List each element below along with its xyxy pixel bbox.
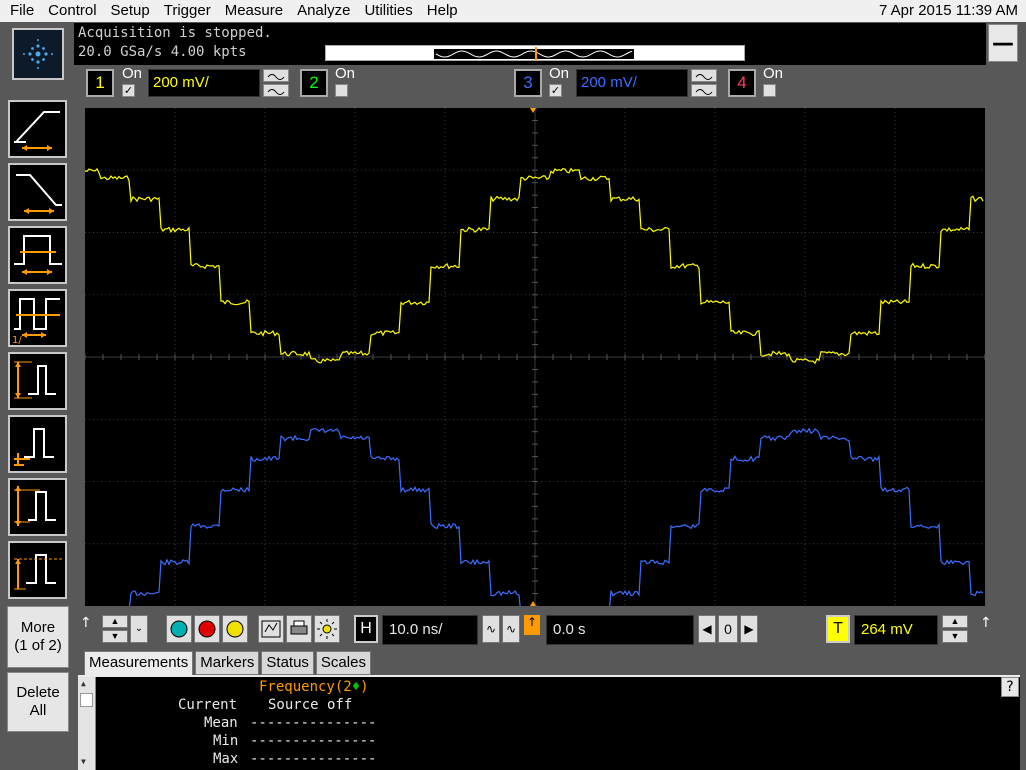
channel-1-coupling-dc[interactable] [263,84,289,97]
menu-analyze[interactable]: Analyze [290,0,357,22]
trigger-up-icon[interactable]: ↑ [980,615,992,631]
measurements-scrollbar[interactable]: ▲ ▼ [78,677,96,770]
channel-3-trace [129,427,984,606]
delay-field[interactable]: 0.0 s [546,615,694,645]
period-icon[interactable]: 1/ [8,289,67,347]
svg-text:1/: 1/ [12,335,22,345]
trigger-level-field[interactable]: 264 mV [854,615,938,645]
menu-help[interactable]: Help [420,0,465,22]
min-value: --------------- [250,733,377,749]
base-level-icon[interactable] [8,415,67,473]
tab-scales[interactable]: Scales [315,651,371,675]
measurement-title[interactable]: Frequency(2♦) [259,679,369,695]
channel-1-scale[interactable]: 200 mV/ [148,69,260,97]
measurements-panel: ▲ ▼ Frequency(2♦) Current Source off Mea… [78,675,1020,770]
channel-4-button[interactable]: 4 [728,69,756,97]
bottom-tabs: Measurements Markers Status Scales [84,651,373,675]
acquisition-state: Acquisition is stopped. [78,25,272,41]
delay-right-button[interactable]: ▶ [740,615,758,643]
falling-edge-trigger-icon[interactable] [8,163,67,221]
clock: 7 Apr 2015 11:39 AM [879,2,1018,19]
channel-1-coupling-ac[interactable] [263,69,289,82]
menu-setup[interactable]: Setup [104,0,157,22]
print-icon[interactable] [286,615,312,643]
amplitude-icon[interactable] [8,352,67,410]
horizontal-controls: ↑ ▲ ▼ ⌄ H 10.0 ns/ ∿ ∿ ↑ 0.0 s ◀ 0 ▶ T 2… [78,613,1018,647]
position-up-icon[interactable]: ↑ [80,615,92,631]
mean-label: Mean [204,715,238,731]
graticule [85,108,985,606]
delete-label: Delete [16,684,60,701]
tab-markers[interactable]: Markers [195,651,260,675]
scroll-down-button[interactable]: ▼ [102,630,128,643]
channel-3-coupling-dc[interactable] [691,84,717,97]
channel-1-button[interactable]: 1 [86,69,114,97]
channel-3-scale[interactable]: 200 mV/ [576,69,688,97]
agilent-logo-icon[interactable] [12,28,64,80]
sample-rate: 20.0 GSa/s 4.00 kpts [78,44,247,60]
top-level-icon[interactable] [8,541,67,599]
run-stop-button[interactable] [194,615,220,643]
menu-bar: File Control Setup Trigger Measure Analy… [0,0,1026,22]
channel-4-checkbox[interactable] [763,84,776,97]
menu-trigger[interactable]: Trigger [157,0,218,22]
menu-file[interactable]: File [0,0,41,22]
waveform-display[interactable]: T 1 3 [84,107,986,607]
channel-1-checkbox[interactable]: ✓ [122,84,135,97]
trigger-level-down-button[interactable]: ▼ [942,630,968,643]
measurement-title-text: Frequency(2 [259,679,352,695]
delay-zero-button[interactable]: 0 [718,615,738,643]
more-label: More [20,619,56,636]
brightness-icon[interactable] [314,615,340,643]
channel-2-color-button[interactable] [166,615,192,643]
mean-value: --------------- [250,715,377,731]
delete-sub-label: All [29,702,47,719]
pulse-width-icon[interactable] [8,226,67,284]
scope-frame: Acquisition is stopped. 20.0 GSa/s 4.00 … [0,22,1026,770]
channel-3-coupling-ac[interactable] [691,69,717,82]
trigger-level-up-button[interactable]: ▲ [942,615,968,628]
menu-measure[interactable]: Measure [218,0,290,22]
current-label: Current [178,697,238,713]
channel-3-on-label: On [549,65,570,82]
more-button[interactable]: More (1 of 2) [7,606,69,668]
single-button[interactable] [222,615,248,643]
scroll-up-button[interactable]: ▲ [102,615,128,628]
max-label: Max [213,751,239,767]
rising-edge-trigger-icon[interactable] [8,100,67,158]
channel-3-checkbox[interactable]: ✓ [549,84,562,97]
tab-status[interactable]: Status [261,651,314,675]
timebase-field[interactable]: 10.0 ns/ [382,615,478,645]
channel-2-checkbox[interactable] [335,84,348,97]
max-value: --------------- [250,751,377,767]
channel-2-on-label: On [335,65,356,82]
expand-icon[interactable]: ⌄ [130,615,148,643]
horizontal-button[interactable]: H [354,615,378,643]
autoscale-icon[interactable] [258,615,284,643]
memory-bar[interactable] [325,45,745,61]
channel-1-on-label: On [122,65,143,82]
measurement-title-suffix: ) [360,679,369,695]
timebase-decrease-button[interactable]: ∿ [482,615,500,643]
acquisition-status: Acquisition is stopped. 20.0 GSa/s 4.00 … [74,23,986,65]
channel-1-trace [85,167,984,365]
channel-4-on-label: On [763,65,784,82]
menu-control[interactable]: Control [41,0,103,22]
channel-3-button[interactable]: 3 [514,69,542,97]
minimize-button[interactable]: — [988,24,1018,62]
menu-utilities[interactable]: Utilities [357,0,419,22]
delay-marker-icon: ↑ [524,615,540,635]
trigger-button[interactable]: T [826,615,850,643]
tab-measurements[interactable]: Measurements [84,651,194,675]
measurement-source-marker: ♦ [351,679,361,695]
timebase-increase-button[interactable]: ∿ [502,615,520,643]
delete-all-button[interactable]: Delete All [7,672,69,732]
delay-left-button[interactable]: ◀ [698,615,716,643]
channel-2-button[interactable]: 2 [300,69,328,97]
help-button[interactable]: ? [1001,677,1019,697]
more-page-label: (1 of 2) [14,637,62,654]
peak-to-peak-icon[interactable] [8,478,67,536]
min-label: Min [213,733,239,749]
current-value: Source off [268,697,353,713]
